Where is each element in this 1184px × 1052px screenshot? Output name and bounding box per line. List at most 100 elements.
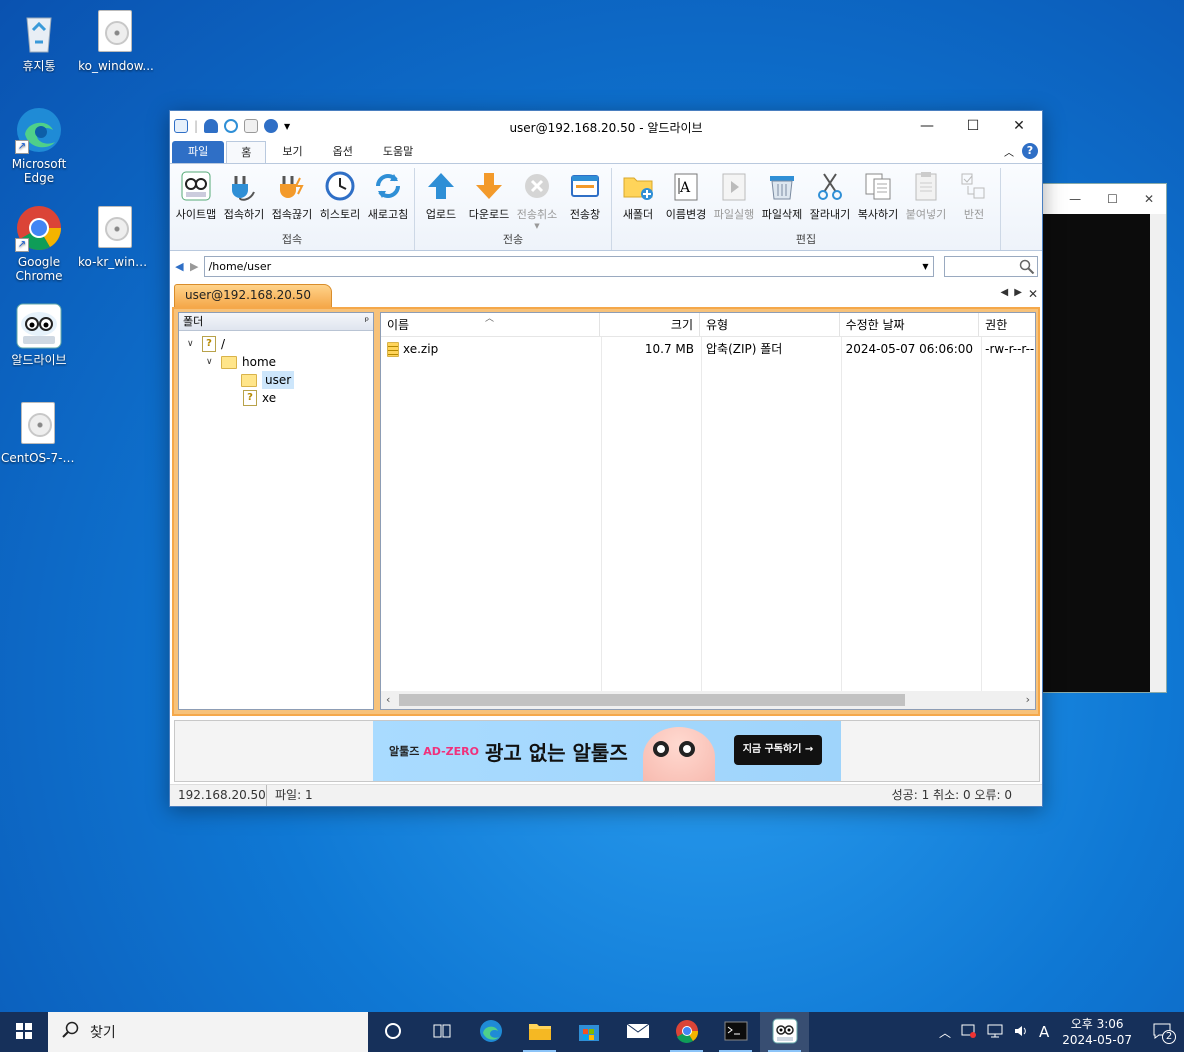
column-permission[interactable]: 권한 xyxy=(979,313,1035,336)
task-view-button[interactable] xyxy=(417,1012,466,1052)
terminal-area[interactable] xyxy=(1043,214,1151,692)
refresh-button[interactable]: 새로고침 xyxy=(364,168,412,232)
ad-banner[interactable]: 알툴즈 AD-ZERO 광고 없는 알툴즈 지금 구독하기 → xyxy=(373,721,841,781)
desktop-icon-label: CentOS-7-x... xyxy=(1,451,77,465)
transfer-window-button[interactable]: 전송창 xyxy=(561,168,609,232)
group-label: 편집 xyxy=(795,233,817,246)
taskbar-mail[interactable] xyxy=(613,1012,662,1052)
search-icon[interactable] xyxy=(1019,259,1035,274)
tab-view[interactable]: 보기 xyxy=(268,141,316,163)
run-file-button[interactable]: 파일실행 xyxy=(710,168,758,232)
search-input[interactable] xyxy=(943,255,1038,277)
background-terminal-window[interactable]: — ☐ ✕ xyxy=(1038,183,1167,693)
volume-icon[interactable] xyxy=(1008,1023,1034,1042)
disconnect-button[interactable]: 접속끊기 xyxy=(268,168,316,232)
ime-indicator[interactable]: A xyxy=(1034,1023,1054,1041)
desktop-icon-edge[interactable]: ↗ Microsoft Edge xyxy=(1,106,77,185)
tab-help[interactable]: 도움말 xyxy=(369,141,427,163)
desktop-icon-recycle-bin[interactable]: 휴지통 xyxy=(1,8,77,73)
cancel-transfer-button[interactable]: 전송취소 ▼ xyxy=(513,168,561,232)
history-button[interactable]: 히스토리 xyxy=(316,168,364,232)
subscribe-button[interactable]: 지금 구독하기 → xyxy=(734,735,822,765)
horizontal-scrollbar[interactable]: ‹ › xyxy=(381,691,1035,709)
delete-file-button[interactable]: 파일삭제 xyxy=(758,168,806,232)
invert-selection-button[interactable]: 반전 xyxy=(950,168,998,232)
column-type[interactable]: 유형 xyxy=(700,313,840,336)
paste-button[interactable]: 붙여넣기 xyxy=(902,168,950,232)
tab-options[interactable]: 옵션 xyxy=(319,141,367,163)
start-button[interactable] xyxy=(0,1012,48,1052)
security-icon[interactable] xyxy=(956,1023,982,1042)
expand-chevron-icon[interactable]: ∨ xyxy=(187,335,197,353)
desktop-icon-ko-windows[interactable]: ko_window... xyxy=(78,8,154,73)
upload-button[interactable]: 업로드 xyxy=(417,168,465,232)
chevron-down-icon[interactable]: ▼ xyxy=(922,257,928,276)
taskbar-aldrive[interactable] xyxy=(760,1012,809,1052)
title-bar[interactable]: | ▼ user@192.168.20.50 - 알드라이브 — ☐ ✕ xyxy=(170,111,1042,141)
scrollbar-thumb[interactable] xyxy=(399,694,905,706)
rename-button[interactable]: A 이름변경 xyxy=(662,168,710,232)
close-button[interactable]: ✕ xyxy=(996,111,1042,141)
desktop-icon-ko-kr-windows[interactable]: ko-kr_wind... xyxy=(78,204,154,269)
clock[interactable]: 오후 3:06 2024-05-07 xyxy=(1054,1016,1140,1048)
search-icon xyxy=(62,1021,80,1043)
sitemap-icon xyxy=(180,170,212,202)
scroll-left-icon[interactable]: ‹ xyxy=(386,693,390,706)
sitemap-button[interactable]: 사이트맵 xyxy=(172,168,220,232)
task-view-icon xyxy=(433,1023,451,1042)
taskbar-edge[interactable] xyxy=(466,1012,515,1052)
group-label: 전송 xyxy=(502,233,524,246)
close-tab-icon[interactable]: ✕ xyxy=(1028,287,1038,301)
pin-icon[interactable]: ᵖ xyxy=(365,313,369,331)
connect-button[interactable]: 접속하기 xyxy=(220,168,268,232)
forward-arrow-icon[interactable]: ▶ xyxy=(189,260,200,273)
scroll-right-icon[interactable]: › xyxy=(1026,693,1030,706)
tab-file[interactable]: 파일 xyxy=(172,141,225,163)
help-icon[interactable]: ? xyxy=(1022,143,1038,159)
desktop-icon-centos[interactable]: CentOS-7-x... xyxy=(1,400,77,465)
back-arrow-icon[interactable]: ◀ xyxy=(174,260,185,273)
task-view-button[interactable] xyxy=(368,1012,417,1052)
tree-node-xe[interactable]: ? xe xyxy=(243,389,276,407)
session-tab[interactable]: user@192.168.20.50 xyxy=(174,284,332,307)
collapse-ribbon-icon[interactable]: ︿ xyxy=(1004,144,1014,159)
show-hidden-icons-button[interactable]: ︿ xyxy=(934,1024,956,1041)
desktop-icon-label: Microsoft Edge xyxy=(11,157,67,185)
minimize-button[interactable]: — xyxy=(904,111,950,141)
copy-button[interactable]: 복사하기 xyxy=(854,168,902,232)
tree-node-user[interactable]: user xyxy=(241,371,295,389)
folder-icon xyxy=(528,1021,552,1044)
file-list[interactable]: ︿ 이름 크기 유형 수정한 날짜 권한 xe.zip 10.7 MB 압축(Z… xyxy=(380,312,1036,710)
folder-tree[interactable]: 폴더 ᵖ ∨? / ∨ home user ? xe xyxy=(178,312,374,710)
column-modified[interactable]: 수정한 날짜 xyxy=(840,313,980,336)
taskbar-file-explorer[interactable] xyxy=(515,1012,564,1052)
taskbar-store[interactable] xyxy=(564,1012,613,1052)
new-folder-button[interactable]: 새폴더 xyxy=(614,168,662,232)
desktop-icon-chrome[interactable]: ↗ Google Chrome xyxy=(1,204,77,283)
maximize-button[interactable]: ☐ xyxy=(950,111,996,141)
tree-node-root[interactable]: ∨? / xyxy=(187,335,225,353)
desktop-icon-aldrive[interactable]: 알드라이브 xyxy=(1,302,77,367)
tab-left-icon[interactable]: ◀ xyxy=(1001,287,1009,301)
tab-home[interactable]: 홈 xyxy=(226,141,267,163)
taskbar-terminal[interactable] xyxy=(711,1012,760,1052)
download-button[interactable]: 다운로드 xyxy=(465,168,513,232)
tab-right-icon[interactable]: ▶ xyxy=(1014,287,1022,301)
clock-icon xyxy=(324,170,356,202)
taskbar-chrome[interactable] xyxy=(662,1012,711,1052)
minimize-icon[interactable]: — xyxy=(1069,192,1081,206)
close-icon[interactable]: ✕ xyxy=(1144,192,1154,206)
file-row[interactable]: xe.zip 10.7 MB 압축(ZIP) 폴더 2024-05-07 06:… xyxy=(381,339,1035,359)
network-icon[interactable] xyxy=(982,1023,1008,1042)
maximize-icon[interactable]: ☐ xyxy=(1107,192,1118,206)
column-size[interactable]: 크기 xyxy=(600,313,700,336)
tree-node-home[interactable]: ∨ home xyxy=(206,353,276,371)
cut-button[interactable]: 잘라내기 xyxy=(806,168,854,232)
taskbar-search[interactable]: 찾기 xyxy=(48,1012,368,1052)
expand-chevron-icon[interactable]: ∨ xyxy=(206,353,216,371)
path-input[interactable]: /home/user ▼ xyxy=(203,255,934,277)
vertical-scrollbar[interactable] xyxy=(1150,214,1166,692)
ad-brand: 알툴즈 AD-ZERO xyxy=(389,745,479,758)
dropdown-arrow-icon[interactable]: ▼ xyxy=(534,222,539,230)
notification-button[interactable]: 2 xyxy=(1140,1023,1184,1044)
